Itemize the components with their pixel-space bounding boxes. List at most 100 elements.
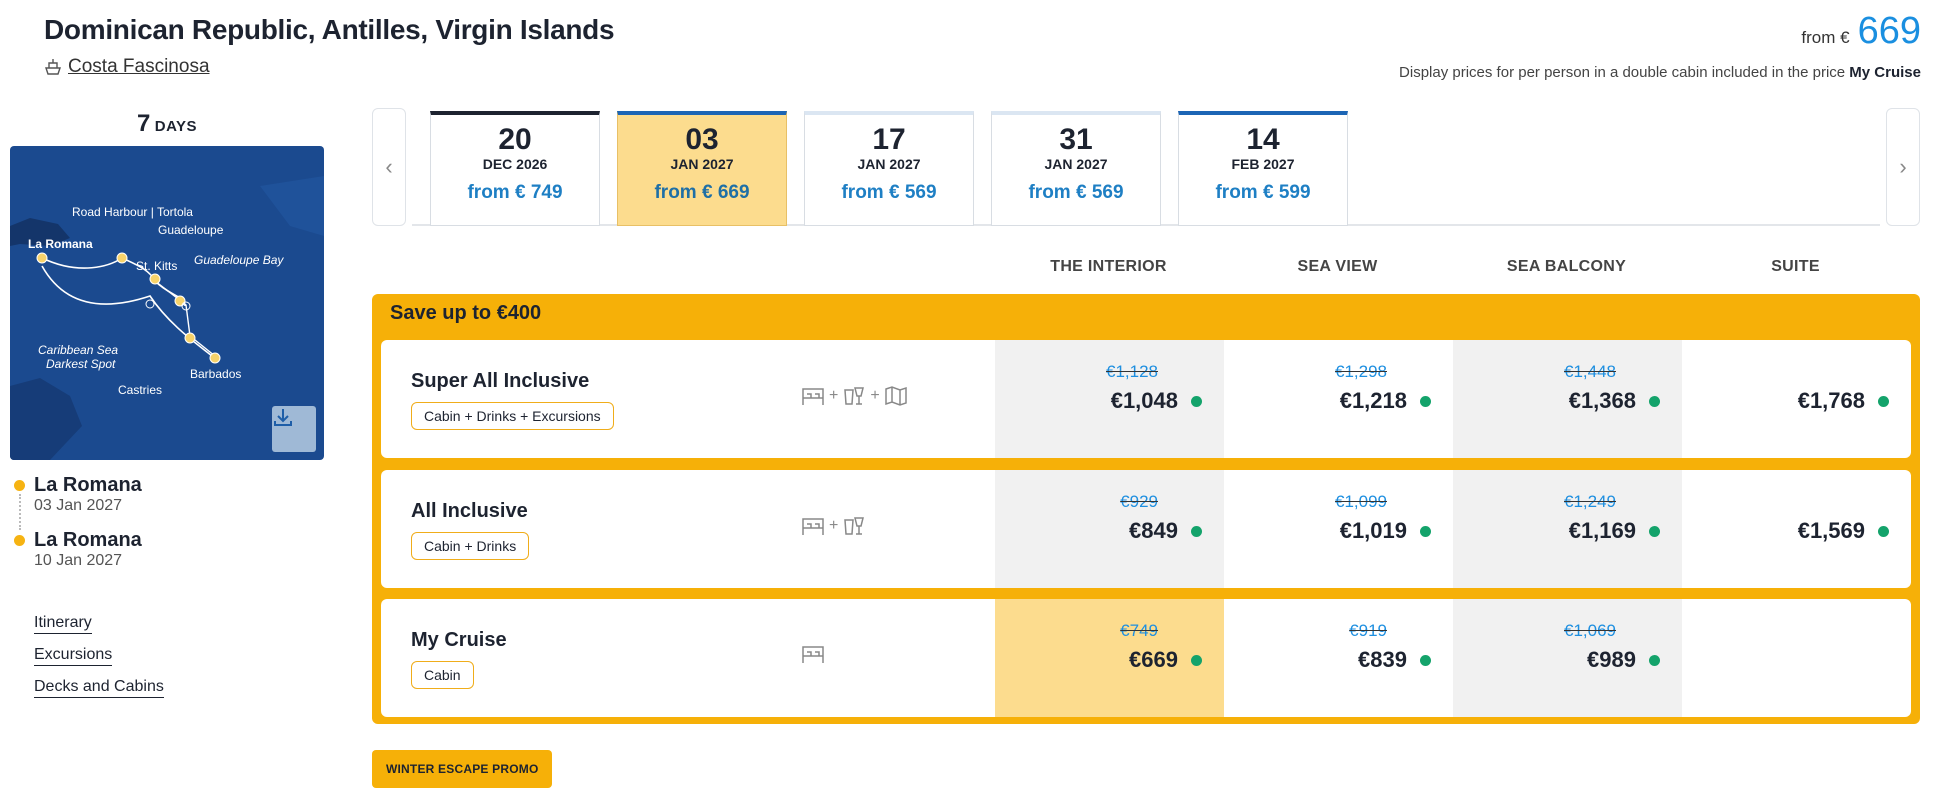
duration-days: 7 bbox=[136, 110, 151, 137]
date-day: 14 bbox=[1246, 123, 1280, 156]
date-day: 03 bbox=[685, 123, 719, 156]
old-price: €1,069 bbox=[1564, 621, 1616, 640]
availability-dot bbox=[1649, 526, 1660, 537]
package-icons: + + bbox=[801, 384, 908, 408]
map-label-road-harbour: Road Harbour | Tortola bbox=[72, 205, 193, 219]
price-cell-empty bbox=[1682, 599, 1911, 717]
map-label-st-kitts: St. Kitts bbox=[136, 259, 177, 273]
package-icons: + bbox=[801, 514, 866, 538]
itinerary-map[interactable]: La Romana Road Harbour | Tortola Guadelo… bbox=[10, 146, 324, 460]
download-map-button[interactable] bbox=[272, 406, 316, 452]
bed-icon bbox=[802, 388, 824, 405]
availability-dot bbox=[1191, 655, 1202, 666]
date-price: from € 569 bbox=[841, 182, 937, 203]
link-itinerary[interactable]: Itinerary bbox=[34, 614, 92, 634]
price-cell[interactable]: €1,448 €1,368 bbox=[1453, 340, 1682, 458]
promo-badge[interactable]: WINTER ESCAPE PROMO bbox=[372, 750, 553, 788]
plus-sign: + bbox=[829, 387, 839, 404]
date-month: JAN 2027 bbox=[857, 156, 921, 172]
package-row: My Cruise Cabin €749 €669 €919 €839 €1,0… bbox=[381, 599, 1911, 717]
chevron-right-icon: › bbox=[1899, 154, 1907, 179]
package-name: My Cruise bbox=[411, 629, 507, 651]
availability-dot bbox=[1878, 396, 1889, 407]
bed-icon bbox=[802, 646, 824, 663]
price-cell-selected[interactable]: €749 €669 bbox=[995, 599, 1224, 717]
old-price: €1,249 bbox=[1564, 492, 1616, 511]
stop-name: La Romana bbox=[34, 474, 142, 496]
col-sea-balcony: SEA BALCONY bbox=[1506, 258, 1627, 275]
availability-dot bbox=[1649, 396, 1660, 407]
availability-dot bbox=[1420, 526, 1431, 537]
bed-icon bbox=[802, 518, 824, 535]
col-suite: SUITE bbox=[1771, 258, 1820, 275]
chevron-left-icon: ‹ bbox=[385, 154, 393, 179]
col-sea-view: SEA VIEW bbox=[1297, 258, 1378, 275]
map-label-guadeloupe: Guadeloupe bbox=[158, 223, 224, 237]
package-name: Super All Inclusive bbox=[411, 370, 590, 392]
ship-link[interactable]: Costa Fascinosa bbox=[44, 56, 210, 78]
map-label-castries: Castries bbox=[118, 383, 162, 397]
stop-dot bbox=[14, 535, 25, 546]
disclaimer-text: Display prices for per person in a doubl… bbox=[1399, 64, 1846, 81]
date-option[interactable]: 14 FEB 2027 from € 599 bbox=[1178, 111, 1348, 226]
package-tag: Cabin + Drinks bbox=[411, 532, 530, 560]
package-icons bbox=[801, 643, 825, 665]
price-cell[interactable]: €1,069 €989 bbox=[1453, 599, 1682, 717]
departure-return: La Romana 03 Jan 2027 La Romana 10 Jan 2… bbox=[14, 474, 142, 584]
header-price: from € 669 bbox=[1801, 10, 1921, 53]
availability-dot bbox=[1649, 655, 1660, 666]
date-option[interactable]: 17 JAN 2027 from € 569 bbox=[804, 111, 974, 226]
stop-name: La Romana bbox=[34, 529, 142, 551]
date-option[interactable]: 31 JAN 2027 from € 569 bbox=[991, 111, 1161, 226]
price-cell[interactable]: €1,099 €1,019 bbox=[1224, 470, 1453, 588]
availability-dot bbox=[1878, 526, 1889, 537]
new-price: €1,218 bbox=[1339, 388, 1407, 413]
disclaimer-package: My Cruise bbox=[1849, 64, 1921, 81]
price-cell[interactable]: €929 €849 bbox=[995, 470, 1224, 588]
link-excursions[interactable]: Excursions bbox=[34, 646, 113, 666]
date-price: from € 749 bbox=[467, 182, 563, 203]
save-banner: Save up to €400 bbox=[390, 302, 542, 324]
date-day: 31 bbox=[1059, 123, 1093, 156]
duration: 7 DAYS bbox=[10, 110, 324, 138]
package-row: Super All Inclusive Cabin + Drinks + Exc… bbox=[381, 340, 1911, 458]
price-cell[interactable]: €1,298 €1,218 bbox=[1224, 340, 1453, 458]
new-price: €849 bbox=[1129, 518, 1178, 543]
date-price: from € 569 bbox=[1028, 182, 1124, 203]
price-cell[interactable]: €1,249 €1,169 bbox=[1453, 470, 1682, 588]
date-option-selected[interactable]: 03 JAN 2027 from € 669 bbox=[617, 111, 787, 226]
stop-dot bbox=[14, 480, 25, 491]
price-cell[interactable]: €1,569 bbox=[1682, 470, 1911, 588]
date-month: JAN 2027 bbox=[670, 156, 734, 172]
duration-unit: DAYS bbox=[154, 118, 198, 135]
price-cell[interactable]: €1,768 bbox=[1682, 340, 1911, 458]
map-label-guadeloupe-bay: Guadeloupe Bay bbox=[194, 253, 284, 267]
fares-table: Save up to €400 Super All Inclusive Cabi… bbox=[372, 294, 1920, 724]
old-price: €1,448 bbox=[1564, 362, 1616, 381]
new-price: €839 bbox=[1358, 647, 1407, 672]
price-cell[interactable]: €919 €839 bbox=[1224, 599, 1453, 717]
date-day: 17 bbox=[872, 123, 906, 156]
new-price: €989 bbox=[1587, 647, 1636, 672]
stop-date: 03 Jan 2027 bbox=[34, 497, 123, 514]
old-price: €749 bbox=[1120, 621, 1158, 640]
availability-dot bbox=[1420, 396, 1431, 407]
prev-dates-button[interactable]: ‹ bbox=[372, 108, 406, 226]
link-decks-cabins[interactable]: Decks and Cabins bbox=[34, 678, 164, 698]
ship-icon bbox=[45, 59, 61, 75]
stop-departure: La Romana 03 Jan 2027 bbox=[14, 474, 142, 515]
availability-dot bbox=[1191, 396, 1202, 407]
date-month: DEC 2026 bbox=[482, 156, 548, 172]
date-option[interactable]: 20 DEC 2026 from € 749 bbox=[430, 111, 600, 226]
old-price: €1,099 bbox=[1335, 492, 1387, 511]
package-tag: Cabin + Drinks + Excursions bbox=[411, 402, 614, 430]
map-label-caribbean-sea: Caribbean Sea bbox=[38, 343, 118, 357]
date-day: 20 bbox=[498, 123, 532, 156]
page-title: Dominican Republic, Antilles, Virgin Isl… bbox=[44, 14, 615, 45]
new-price: €1,019 bbox=[1339, 518, 1407, 543]
date-price: from € 669 bbox=[654, 182, 750, 203]
old-price: €929 bbox=[1120, 492, 1158, 511]
price-cell[interactable]: €1,128 €1,048 bbox=[995, 340, 1224, 458]
next-dates-button[interactable]: › bbox=[1886, 108, 1920, 226]
availability-dot bbox=[1420, 655, 1431, 666]
